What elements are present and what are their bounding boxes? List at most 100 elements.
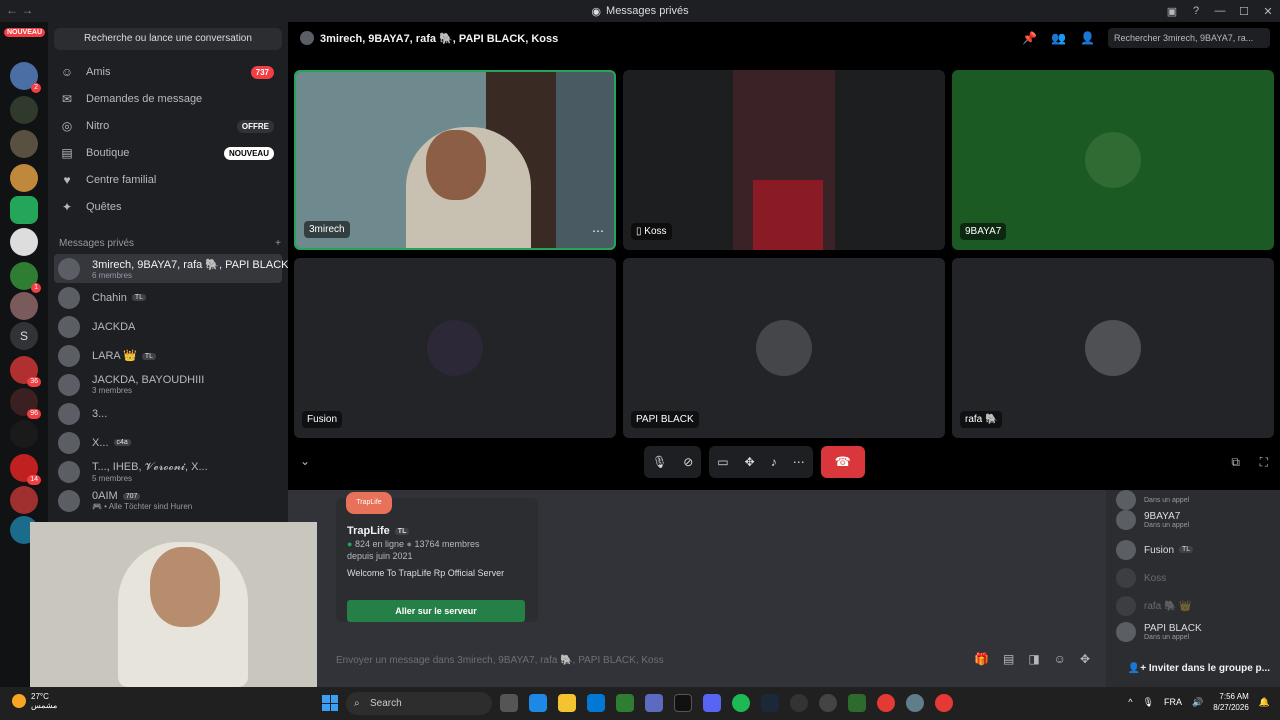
more-options-icon[interactable]: ⋯ (592, 224, 604, 238)
dm-item[interactable]: 0AIM 707 🎮 • Alle Töchter sind Huren (54, 486, 282, 515)
video-tile-papi-black[interactable]: PAPI BLACK (623, 258, 945, 438)
server-icon[interactable]: 14 (10, 454, 41, 485)
family-icon: ♥ (63, 173, 71, 187)
server-icon[interactable] (10, 164, 38, 192)
gift-icon[interactable]: 🎁 (974, 652, 989, 666)
more-icon[interactable]: ⋯ (793, 455, 805, 469)
teams-icon[interactable] (645, 694, 663, 712)
camera-off-icon[interactable]: ⊘ (683, 455, 693, 469)
member-item[interactable]: Fusion TL (1116, 540, 1194, 560)
sticker-icon[interactable]: ◨ (1028, 652, 1039, 666)
server-tag: TL (394, 527, 410, 535)
chevron-up-icon[interactable]: ^ (1128, 697, 1132, 707)
steam-icon[interactable] (761, 694, 779, 712)
nav-friends[interactable]: ☺ Amis 737 (54, 59, 282, 85)
emoji-icon[interactable]: ☺ (1054, 652, 1066, 666)
add-friends-icon[interactable]: 👥 (1051, 31, 1066, 45)
language-indicator[interactable]: FRA (1164, 697, 1182, 707)
conversation-search-button[interactable]: Recherche ou lance une conversation (54, 28, 282, 50)
inbox-icon[interactable]: ▣ (1160, 5, 1184, 18)
video-tile-9baya7[interactable]: 9BAYA7 (952, 70, 1274, 250)
invite-to-group-button[interactable]: 👤+ Inviter dans le groupe p... (1128, 663, 1270, 674)
leave-call-button[interactable]: ☎ (820, 446, 865, 478)
spotify-icon[interactable] (732, 694, 750, 712)
server-icon[interactable] (10, 486, 38, 514)
member-item[interactable]: rafa 🐘 👑 (1116, 596, 1192, 616)
nav-quests[interactable]: ✦ Quêtes (54, 194, 282, 220)
server-icon[interactable]: 96 (10, 388, 41, 419)
collapse-chevron-icon[interactable]: ⌄ (300, 454, 310, 468)
start-button[interactable] (322, 695, 338, 711)
server-icon[interactable] (10, 196, 38, 224)
dm-item[interactable]: 3... (54, 399, 282, 428)
server-icon[interactable]: 2 (10, 62, 41, 93)
volume-icon[interactable]: 🔊 (1192, 697, 1203, 708)
fullscreen-icon[interactable]: ⛶ (1260, 455, 1268, 470)
clock[interactable]: 7:56 AM 8/27/2026 (1213, 691, 1249, 713)
app-icon[interactable] (616, 694, 634, 712)
server-icon[interactable] (10, 130, 38, 158)
task-view-icon[interactable] (500, 694, 518, 712)
settings-icon[interactable] (906, 694, 924, 712)
nav-nitro[interactable]: ◎ Nitro OFFRE (54, 113, 282, 139)
app-icon[interactable] (674, 694, 692, 712)
member-list-icon[interactable]: 👤 (1080, 31, 1095, 45)
join-server-button[interactable]: Aller sur le serveur (347, 600, 525, 622)
minimize-button[interactable]: — (1208, 5, 1232, 17)
avatar (1085, 132, 1141, 188)
help-icon[interactable]: ? (1184, 5, 1208, 17)
video-tile-rafa[interactable]: rafa 🐘 (952, 258, 1274, 438)
server-icon[interactable]: 36 (10, 356, 41, 387)
gif-icon[interactable]: ▤ (1003, 652, 1014, 666)
server-icon[interactable] (10, 228, 38, 256)
pin-icon[interactable]: 📌 (1022, 31, 1037, 45)
add-dm-icon[interactable]: + (275, 238, 281, 249)
chrome-icon[interactable] (877, 694, 895, 712)
video-tile-3mirech[interactable]: 3mirech ⋯ (294, 70, 616, 250)
close-button[interactable]: ✕ (1256, 5, 1280, 18)
notifications-icon[interactable]: 🔔 (1259, 697, 1270, 708)
dm-item[interactable]: X... c4a (54, 428, 282, 457)
member-item[interactable]: Dans un appel (1116, 490, 1189, 510)
maximize-button[interactable]: ☐ (1232, 5, 1256, 18)
server-icon[interactable]: S (10, 322, 38, 350)
taskbar-search[interactable]: ⌕ Search (346, 692, 492, 715)
edge-icon[interactable] (529, 694, 547, 712)
member-item[interactable]: 9BAYA7 Dans un appel (1116, 510, 1189, 530)
nav-message-requests[interactable]: ✉ Demandes de message (54, 86, 282, 112)
back-arrow-icon[interactable]: ← → (6, 3, 33, 17)
discord-icon[interactable] (703, 694, 721, 712)
app-icon[interactable] (819, 694, 837, 712)
microphone-icon[interactable]: 🎙 (1143, 697, 1154, 708)
server-icon[interactable]: 1 (10, 262, 41, 293)
soundboard-icon[interactable]: ♪ (771, 455, 777, 469)
chrome-icon[interactable] (935, 694, 953, 712)
file-explorer-icon[interactable] (558, 694, 576, 712)
server-tag: c4a (113, 439, 131, 447)
server-icon[interactable] (10, 292, 38, 320)
video-tile-fusion[interactable]: Fusion (294, 258, 616, 438)
weather-widget[interactable]: 27°C مشمس (12, 692, 57, 710)
header-search-input[interactable]: Rechercher 3mirech, 9BAYA7, ra... (1108, 28, 1270, 48)
apps-icon[interactable]: ✥ (1080, 652, 1090, 666)
member-item[interactable]: Koss (1116, 568, 1166, 588)
video-tile-koss[interactable]: ▯ Koss (623, 70, 945, 250)
nav-shop[interactable]: ▤ Boutique NOUVEAU (54, 140, 282, 166)
dm-item[interactable]: JACKDA (54, 312, 282, 341)
app-icon[interactable] (790, 694, 808, 712)
dm-item[interactable]: T..., IHEB, 𝓥𝓮𝓻𝓸𝓸𝓷𝓲, X... 5 membres (54, 457, 282, 486)
server-icon[interactable] (10, 420, 38, 448)
server-icon[interactable] (10, 96, 38, 124)
dm-item[interactable]: Chahin TL (54, 283, 282, 312)
microphone-icon[interactable]: 🎙 (652, 455, 667, 469)
member-item[interactable]: PAPI BLACK Dans un appel (1116, 622, 1202, 642)
dm-item[interactable]: LARA 👑 TL (54, 341, 282, 370)
app-icon[interactable] (848, 694, 866, 712)
nav-family-center[interactable]: ♥ Centre familial (54, 167, 282, 193)
outlook-icon[interactable] (587, 694, 605, 712)
activities-icon[interactable]: ✥ (745, 455, 755, 469)
dm-item[interactable]: JACKDA, BAYOUDHIII 3 membres (54, 370, 282, 399)
screen-share-icon[interactable]: ▭ (717, 455, 728, 469)
dm-item[interactable]: 3mirech, 9BAYA7, rafa 🐘, PAPI BLACK,... 6… (54, 254, 301, 283)
popout-icon[interactable]: ⧉ (1231, 455, 1240, 470)
